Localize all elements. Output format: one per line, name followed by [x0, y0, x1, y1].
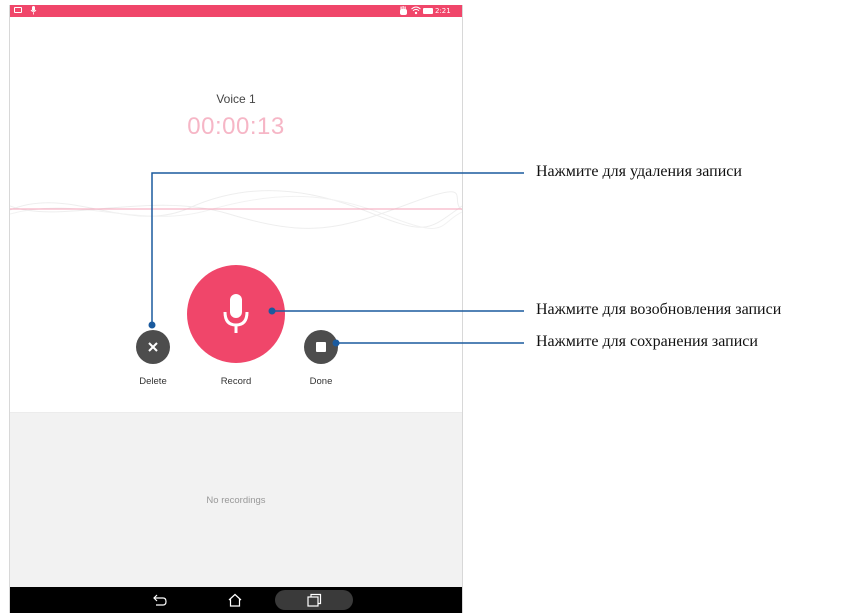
wifi-icon: [411, 6, 421, 18]
hand-icon: [399, 6, 408, 18]
empty-state-text: No recordings: [206, 495, 266, 506]
home-button[interactable]: [220, 590, 250, 610]
recording-controls: Delete Record Done: [10, 265, 462, 395]
recording-timer: 00:00:13: [187, 113, 285, 140]
close-icon: [148, 342, 158, 352]
battery-icon: [423, 8, 433, 14]
microphone-icon: [223, 294, 249, 333]
home-icon: [228, 593, 242, 607]
record-button[interactable]: [187, 265, 285, 363]
recents-button[interactable]: [275, 590, 353, 610]
status-bar: 2:21 AM: [10, 5, 462, 25]
done-label: Done: [309, 376, 333, 387]
callout-save: Нажмите для сохранения записи: [536, 333, 758, 350]
callout-delete: Нажмите для удаления записи: [536, 163, 742, 180]
recents-icon: [307, 593, 322, 607]
delete-label: Delete: [139, 376, 167, 387]
navigation-bar: [10, 587, 462, 613]
recording-title: Voice 1: [216, 92, 256, 106]
status-time: 2:21 AM: [435, 7, 451, 25]
back-button[interactable]: [145, 590, 175, 610]
mic-icon: [30, 6, 37, 18]
delete-button[interactable]: [136, 330, 170, 364]
device-screen: 2:21 AM Voice 1 00:00:13 Delete Record D…: [9, 5, 463, 613]
done-button[interactable]: [304, 330, 338, 364]
record-label: Record: [220, 376, 252, 387]
stop-icon: [316, 342, 326, 352]
waveform: [10, 190, 462, 229]
recordings-list: No recordings: [10, 412, 462, 593]
back-icon: [153, 594, 167, 606]
callout-resume: Нажмите для возобновления записи: [536, 301, 782, 318]
image-icon: [14, 7, 22, 13]
